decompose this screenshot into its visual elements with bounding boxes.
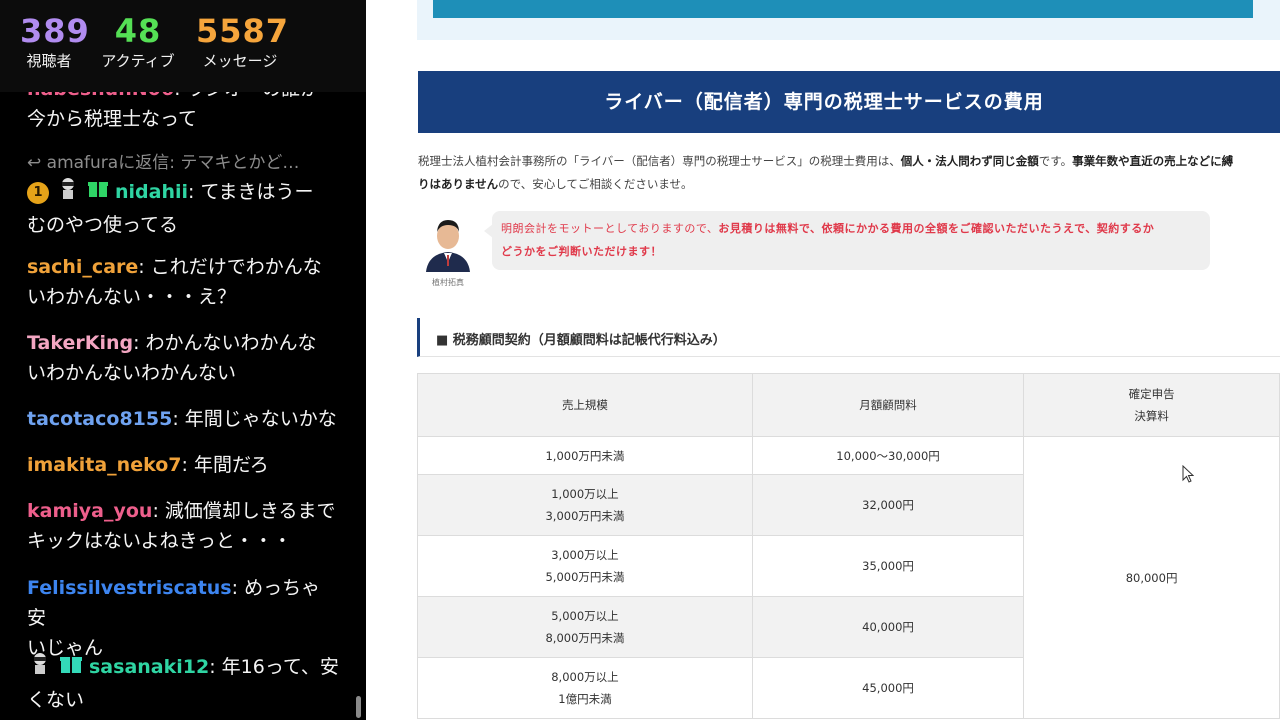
sales-scale-line2: 1億円未満 [558,692,612,706]
intro-text-bold: りはありません [418,177,499,191]
chat-message: tacotaco8155: 年間じゃないかな [27,404,339,434]
chat-username: sachi_care [27,256,139,278]
monthly-fee-cell: 35,000円 [751,535,1025,597]
chat-text: : 年間だろ [181,454,269,476]
chat-message: sasanaki12: 年16って、安 くない [27,650,339,715]
sales-scale-line2: 5,000万円未満 [545,570,625,584]
sales-scale-cell: 5,000万以上 8,000万円未満 [417,596,753,658]
chat-text: : てまきはうー [188,181,314,203]
table-row: 1,000万円未満 10,000～30,000円 80,000円 [417,436,1280,719]
chat-text: : 減価償却しきるまで [152,500,336,522]
sales-scale-line1: 1,000万以上 [551,487,619,501]
sales-scale-cell: 3,000万以上 5,000万円未満 [417,535,753,597]
chat-text: いわかんないわかんない [27,362,237,384]
chat-scrollbar[interactable] [356,696,361,718]
reply-preview: ↩ amafuraに返信: テマキとかど… [27,153,300,173]
table-header-row: 売上規模 月額顧問料 確定申告決算料 [417,373,1280,437]
chat-text: : 年16って、安 [209,656,339,678]
chat-message: imakita_neko7: 年間だろ [27,450,339,480]
gift-count-badge: 1 [27,181,49,204]
monthly-fee-cell: 45,000円 [751,657,1025,719]
chat-message: TakerKing: わかんないわかんな いわかんないわかんない [27,328,339,388]
chat-text: キックはないよねきっと・・・ [27,530,292,552]
sales-scale-line1: 8,000万以上 [551,670,619,684]
monthly-fee-cell: 32,000円 [751,474,1025,536]
webpage: ライバー（配信者）専門の税理士サービスの費用 税理士法人植村会計事務所の「ライバ… [366,0,1280,720]
mouse-cursor-icon [1182,464,1195,483]
intro-text-part: です。 [1038,154,1073,168]
section-heading-text: ■ 税務顧問契約（月額顧問料は記帳代行料込み） [436,333,726,348]
gift-icon [59,652,83,683]
chat-username: TakerKing [27,332,134,354]
stream-stats: 389 視聴者 48 アクティブ 5587 メッセージ [0,0,366,92]
chat-message: kamiya_you: 減価償却しきるまで キックはないよねきっと・・・ [27,496,339,556]
chat-text: くない [27,689,85,711]
chat-text: むのやつ使ってる [27,214,179,236]
chat-text: 今から税理士なって [27,108,198,130]
monthly-fee-cell: 10,000～30,000円 [751,436,1025,475]
intro-text-part: 税理士法人植村会計事務所の「ライバー（配信者）専門の税理士サービス」の税理士費用… [418,154,901,168]
viewer-count: 389 視聴者 [20,12,90,71]
active-count: 48 アクティブ [96,12,180,71]
sales-scale-line2: 3,000万円未満 [545,509,625,523]
settlement-fee-cell: 80,000円 [1023,436,1280,719]
bubble-text-bold: お見積りは無料で、依頼にかかる費用の全額をご確認いただいたうえで、契約するか [718,222,1155,235]
avatar-name: 植村拓真 [432,278,464,287]
section-heading: ■ 税務顧問契約（月額顧問料は記帳代行料込み） [417,318,1280,357]
chat-text: : これだけでわかんな [138,256,322,278]
chat-text: : 年間じゃないかな [172,408,337,430]
chat-username: Felissilvestriscatus [27,577,232,599]
sales-scale-cell: 8,000万以上 1億円未満 [417,657,753,719]
message-count: 5587 メッセージ [196,12,290,71]
header-settlement-line1: 確定申告 [1128,387,1175,401]
bubble-text-part: 明朗会計をモットーとしておりますので、 [501,222,719,235]
header-monthly-fee: 月額顧問料 [751,373,1025,437]
intro-text-bold: 事業年数や直近の売上などに縛 [1072,154,1234,168]
message-count-label: メッセージ [202,52,278,70]
avatar [422,210,474,272]
chat-username: imakita_neko7 [27,454,182,476]
ninja-icon [27,650,53,685]
page-title: ライバー（配信者）専門の税理士サービスの費用 [418,71,1280,133]
fee-table: 売上規模 月額顧問料 確定申告決算料 1,000万円未満 10,000～30,0… [417,373,1280,719]
header-sales-scale: 売上規模 [417,373,753,437]
chat-username: sasanaki12 [89,656,210,678]
header-settlement-fee: 確定申告 決算料 [1023,373,1280,437]
chat-text: いわかんない・・・え？ [27,286,237,308]
sales-scale-cell: 1,000万円未満 [417,436,753,475]
message-count-value: 5587 [196,12,290,50]
chat-overlay: 389 視聴者 48 アクティブ 5587 メッセージ nabeshunN06:… [0,0,366,720]
header-settlement-line2: 決算料 [1134,409,1169,423]
top-button-bar[interactable] [433,0,1253,18]
chat-text: : わかんないわかんな [133,332,317,354]
chat-message: sachi_care: これだけでわかんな いわかんない・・・え？ [27,252,339,312]
chat-username: tacotaco8155 [27,408,173,430]
speech-bubble-text: 明朗会計をモットーとしておりますので、お見積りは無料で、依頼にかかる費用の全額を… [501,217,1201,263]
bubble-text-bold: どうかをご判断いただけます！ [501,245,662,258]
viewer-count-label: 視聴者 [26,52,72,70]
intro-text-bold: 個人・法人問わず同じ金額 [900,154,1039,168]
sales-scale-cell: 1,000万以上 3,000万円未満 [417,474,753,536]
intro-text: 税理士法人植村会計事務所の「ライバー（配信者）専門の税理士サービス」の税理士費用… [418,150,1280,196]
active-count-value: 48 [114,12,162,50]
intro-text-part: ので、安心してご相談くださいませ。 [498,177,693,191]
chat-username: nidahii [115,181,189,203]
gift-icon [87,177,109,208]
chat-username: kamiya_you [27,500,153,522]
sales-scale-line1: 3,000万以上 [551,548,619,562]
active-count-label: アクティブ [101,52,175,70]
sales-scale-line1: 5,000万以上 [551,609,619,623]
chat-message: 1 nidahii: てまきはうー むのやつ使ってる [27,175,339,240]
monthly-fee-cell: 40,000円 [751,596,1025,658]
viewer-count-value: 389 [20,12,90,50]
sales-scale-line2: 8,000万円未満 [545,631,625,645]
ninja-icon [55,175,81,210]
